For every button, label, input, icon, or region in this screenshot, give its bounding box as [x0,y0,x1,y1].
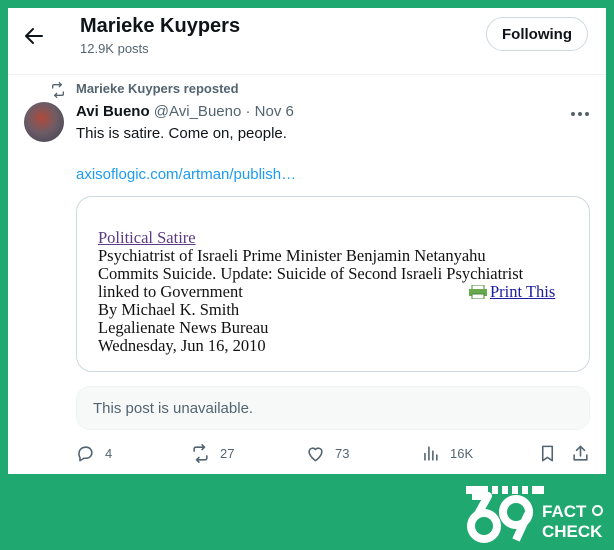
link-card[interactable]: Political Satire Psychiatrist of Israeli… [76,196,590,372]
action-bar: 4 27 73 16K [8,444,606,464]
printer-icon [469,284,487,300]
following-button[interactable]: Following [486,17,588,51]
print-link[interactable]: Print This [469,283,555,301]
arrow-left-icon[interactable] [22,24,46,48]
card-bureau: Legalienate News Bureau [98,318,269,337]
reply-button[interactable]: 4 [76,444,112,463]
logo-check: CHECK [542,522,603,541]
card-line: Commits Suicide. Update: Suicide of Seco… [98,264,524,283]
card-byline: By Michael K. Smith [98,300,240,319]
like-count: 73 [335,446,350,461]
card-category[interactable]: Political Satire [98,229,196,247]
tweet-author: Avi Bueno @Avi_Bueno · Nov 6 [76,103,294,120]
heart-icon [308,447,323,462]
bookmark-icon [541,445,554,462]
tweet-link[interactable]: axisoflogic.com/artman/publish… [76,166,296,183]
card-line: linked to Government [98,282,243,301]
tweet-panel: Marieke Kuypers 12.9K posts Following Ma… [8,8,606,474]
repost-count: 27 [220,446,235,461]
meta-separator: · [245,103,251,120]
repost-text: Marieke Kuypers reposted [76,81,239,96]
tweet-date[interactable]: Nov 6 [255,103,294,120]
card-line: Psychiatrist of Israeli Prime Minister B… [98,246,486,265]
like-button[interactable]: 73 [306,444,349,463]
share-icon [573,445,588,461]
views-count: 16K [450,446,474,461]
check-circle-icon [592,505,603,516]
more-icon[interactable] [568,104,592,124]
views-icon [424,446,438,461]
post-count: 12.9K posts [80,41,149,56]
repost-icon [193,444,208,463]
repost-icon [52,82,64,98]
unavailable-post: This post is unavailable. [76,386,590,430]
author-name[interactable]: Avi Bueno [76,103,150,120]
fact-check-logo: FACT CHECK [466,484,606,544]
tweet-text: This is satire. Come on, people. [76,125,287,142]
card-dateline: Wednesday, Jun 16, 2010 [98,336,266,355]
avatar[interactable] [24,102,64,142]
number-69-icon [466,486,544,543]
reply-count: 4 [105,446,113,461]
profile-header: Marieke Kuypers 12.9K posts Following [8,8,606,75]
views-button[interactable]: 16K [421,444,473,463]
profile-name: Marieke Kuypers [80,15,241,37]
share-button[interactable] [571,444,590,463]
logo-fact: FACT [542,502,587,521]
bookmark-button[interactable] [538,444,557,463]
repost-button[interactable]: 27 [191,444,234,463]
reply-icon [78,446,93,462]
author-handle[interactable]: @Avi_Bueno [154,103,242,120]
